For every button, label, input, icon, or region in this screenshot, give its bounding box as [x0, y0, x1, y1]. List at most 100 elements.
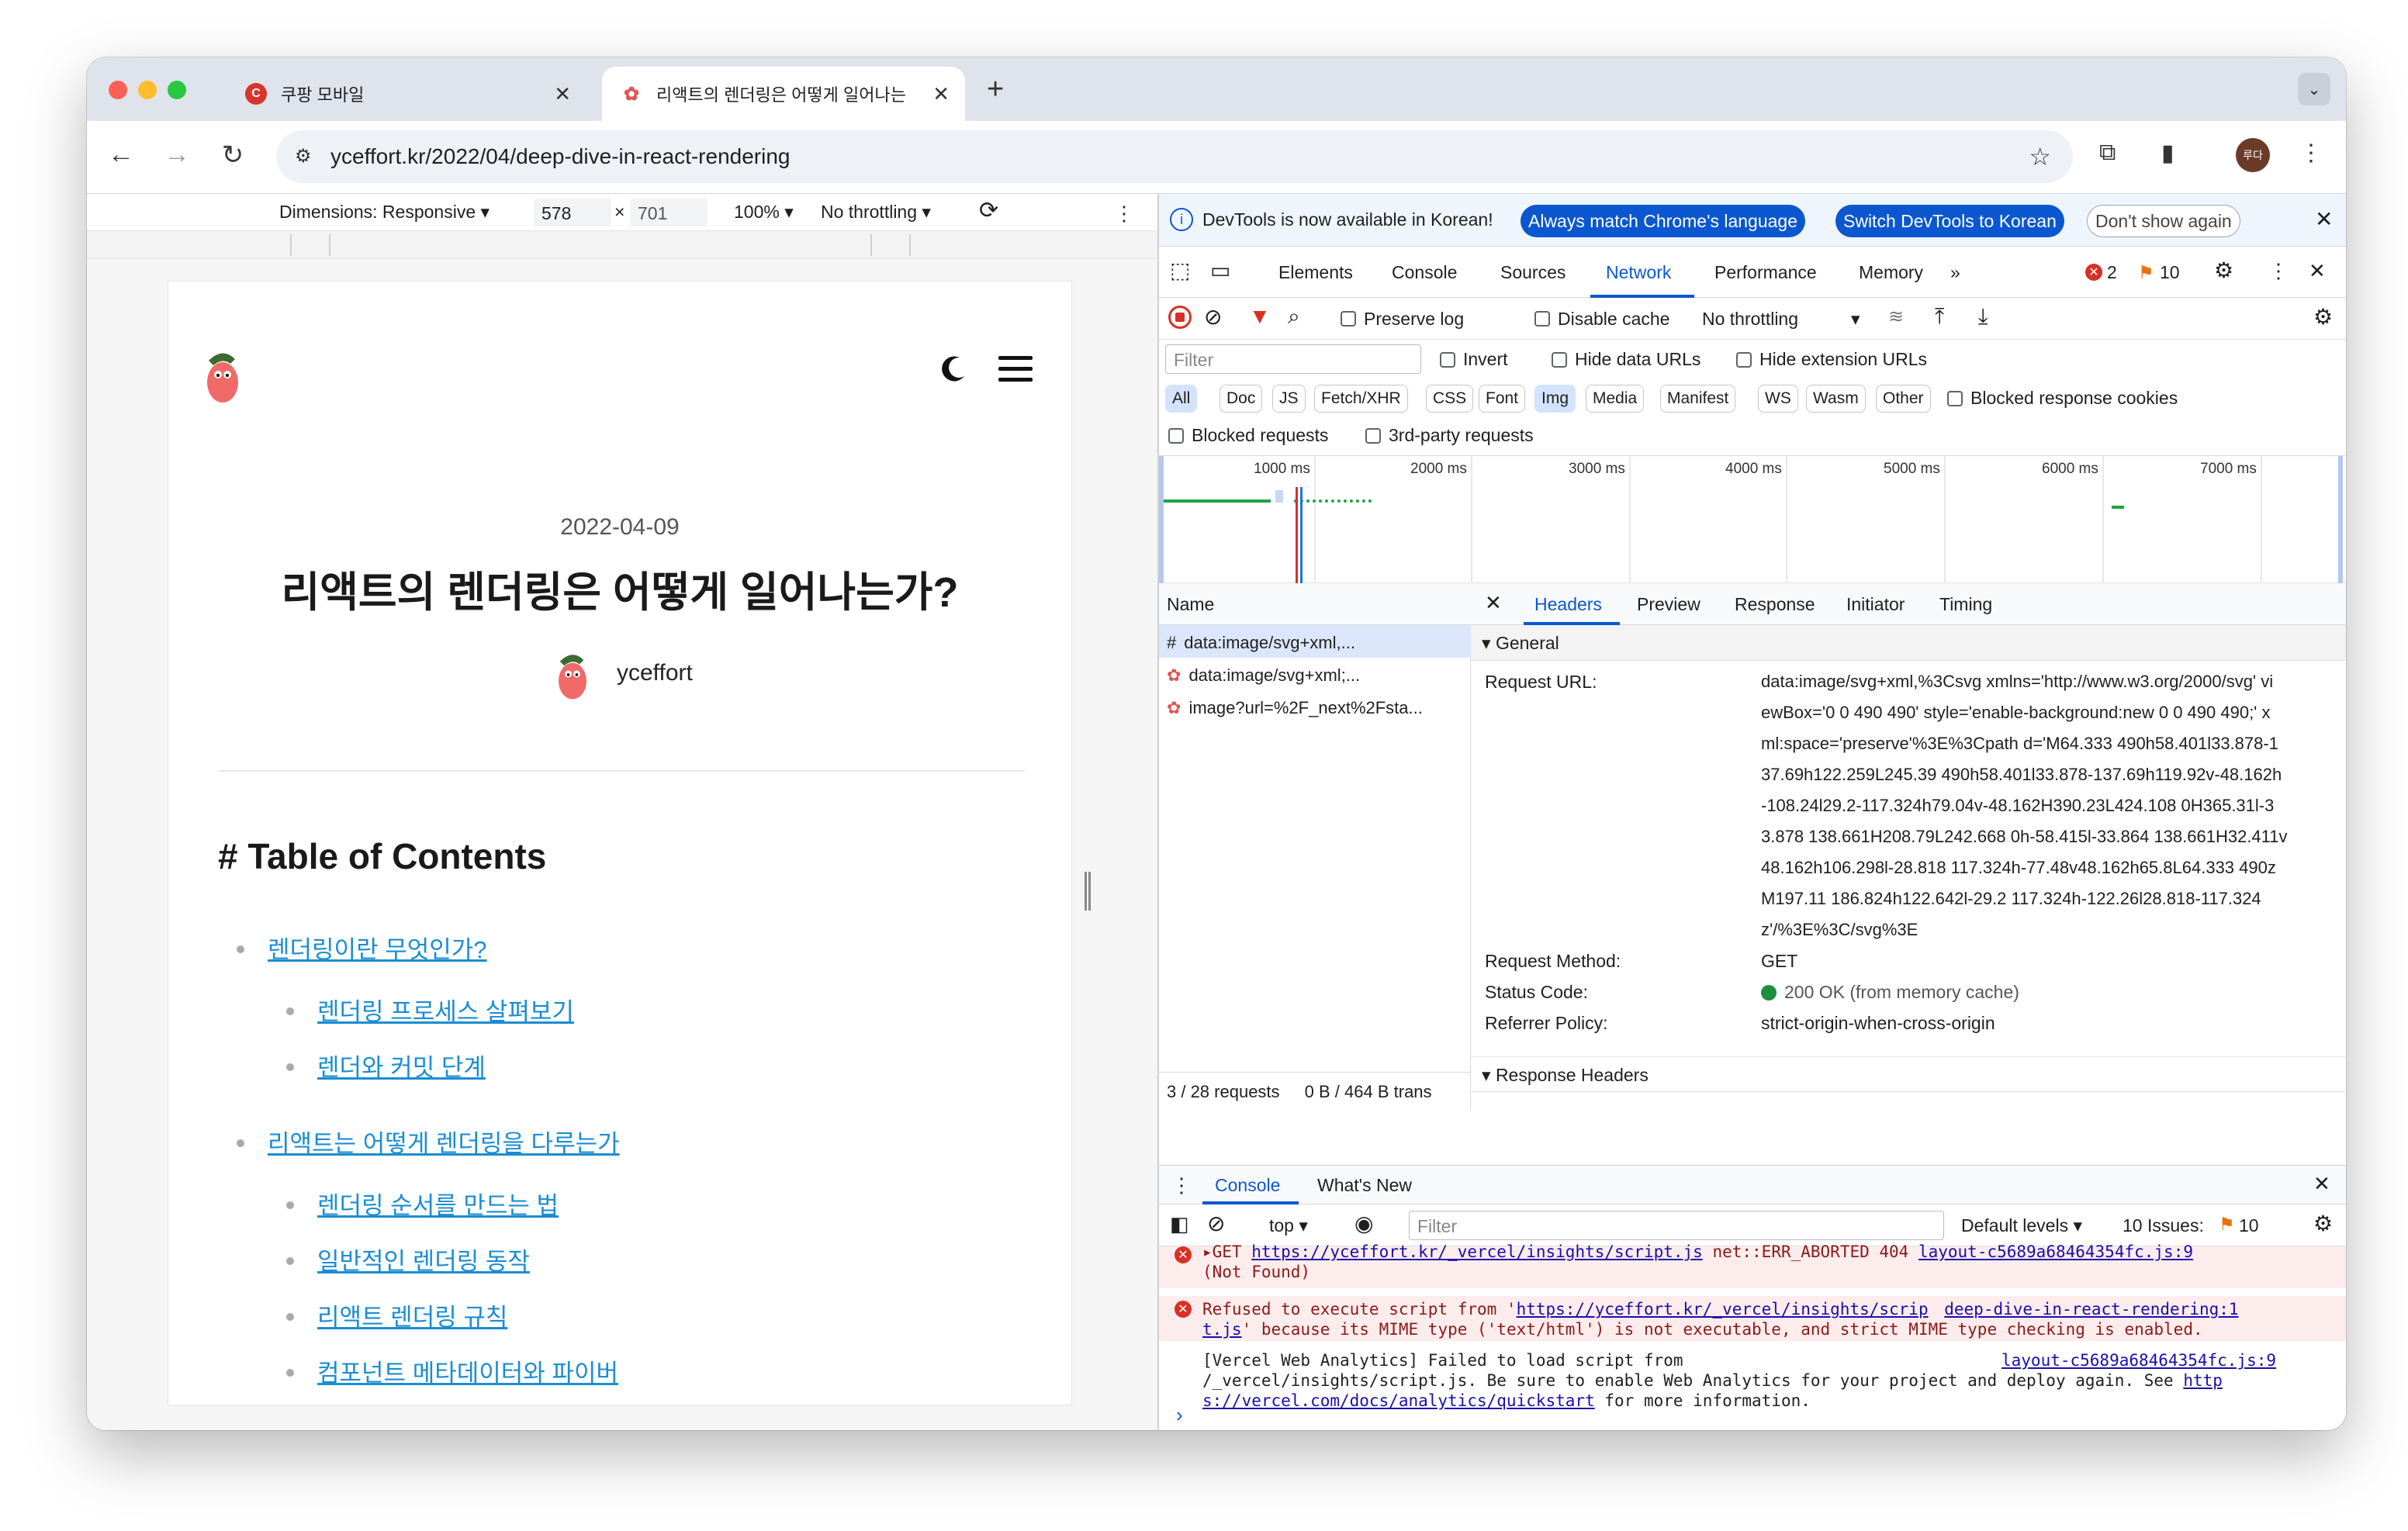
- blocked-requests-checkbox[interactable]: [1168, 428, 1184, 444]
- rotate-icon[interactable]: ⟳: [979, 197, 998, 224]
- toc-link[interactable]: 렌더와 커밋 단계: [317, 1048, 486, 1083]
- tab-timing[interactable]: Timing: [1939, 594, 1992, 615]
- invert-checkbox[interactable]: [1440, 352, 1455, 368]
- filter-chip-doc[interactable]: Doc: [1220, 385, 1263, 413]
- toc-link[interactable]: 일반적인 렌더링 동작: [317, 1242, 530, 1277]
- network-throttle-select[interactable]: No throttling: [1702, 309, 1798, 330]
- clear-icon[interactable]: ⊘: [1204, 304, 1222, 330]
- device-menu-icon[interactable]: ⋮: [1114, 202, 1134, 226]
- search-icon[interactable]: ⌕: [1288, 304, 1300, 330]
- filter-chip-other[interactable]: Other: [1876, 385, 1931, 413]
- toc-link[interactable]: 렌더링 프로세스 살펴보기: [317, 992, 574, 1027]
- import-har-icon[interactable]: ⤒: [1935, 304, 1944, 330]
- toc-link[interactable]: 컴포넌트 메타데이터와 파이버: [317, 1353, 618, 1388]
- close-tab-icon[interactable]: ✕: [932, 82, 950, 106]
- extensions-icon[interactable]: ⧉: [2099, 140, 2116, 166]
- error-count[interactable]: 2: [2107, 262, 2117, 283]
- viewport-right-resize-handle[interactable]: [1085, 872, 1091, 911]
- chevron-down-icon[interactable]: ▾: [1851, 309, 1860, 330]
- address-bar[interactable]: ⚙ yceffort.kr/2022/04/deep-dive-in-react…: [276, 130, 2073, 183]
- site-info-icon[interactable]: ⚙: [295, 145, 318, 168]
- record-stop-icon[interactable]: [1168, 306, 1192, 329]
- dimensions-select[interactable]: Dimensions: Responsive ▾: [279, 202, 490, 223]
- toc-link[interactable]: 리액트 렌더링 규칙: [317, 1298, 507, 1332]
- response-headers-section-header[interactable]: ▾ Response Headers: [1471, 1056, 2346, 1092]
- request-row[interactable]: # data:image/svg+xml,...: [1159, 625, 1471, 658]
- log-levels-select[interactable]: Default levels ▾: [1961, 1215, 2082, 1236]
- console-prompt[interactable]: ›: [1176, 1403, 1183, 1427]
- tab-sources[interactable]: Sources: [1500, 262, 1566, 283]
- console-issues-count[interactable]: 10: [2239, 1215, 2259, 1236]
- network-filter-input[interactable]: Filter: [1165, 344, 1421, 374]
- address-bar-url[interactable]: yceffort.kr/2022/04/deep-dive-in-react-r…: [330, 144, 790, 169]
- disable-cache-checkbox[interactable]: [1534, 311, 1550, 327]
- name-column-header[interactable]: Name: [1159, 583, 1471, 625]
- console-link[interactable]: https://yceffort.kr/_vercel/insights/scr…: [1251, 1242, 1703, 1261]
- filter-chip-manifest[interactable]: Manifest: [1660, 385, 1736, 413]
- console-link[interactable]: s://vercel.com/docs/analytics/quickstart: [1202, 1391, 1595, 1410]
- always-match-language-button[interactable]: Always match Chrome's language: [1521, 205, 1805, 237]
- device-toggle-icon[interactable]: ▭: [1210, 257, 1230, 283]
- console-filter-input[interactable]: Filter: [1409, 1211, 1944, 1240]
- network-conditions-icon[interactable]: ≋: [1888, 306, 1904, 328]
- new-tab-icon[interactable]: +: [987, 73, 1004, 106]
- general-section-header[interactable]: ▾ General: [1471, 625, 2346, 661]
- tab-react-rendering[interactable]: ✿ 리액트의 렌더링은 어떻게 일어나는 ✕: [602, 67, 965, 121]
- blocked-cookies-checkbox[interactable]: [1947, 391, 1963, 406]
- tab-performance[interactable]: Performance: [1714, 262, 1817, 283]
- devtools-menu-icon[interactable]: ⋮: [2268, 259, 2289, 283]
- tab-initiator[interactable]: Initiator: [1846, 594, 1905, 615]
- request-row[interactable]: ✿ data:image/svg+xml;...: [1159, 658, 1471, 690]
- drawer-tab-console[interactable]: Console: [1215, 1175, 1280, 1196]
- profile-avatar[interactable]: 루다: [2236, 138, 2270, 172]
- inspect-element-icon[interactable]: ⬚: [1170, 257, 1190, 283]
- clear-console-icon[interactable]: ⊘: [1207, 1211, 1225, 1236]
- network-overview-timeline[interactable]: 1000 ms 2000 ms 3000 ms 4000 ms 5000 ms …: [1159, 456, 2346, 583]
- hide-data-urls-checkbox[interactable]: [1552, 352, 1567, 368]
- filter-chip-fetch[interactable]: Fetch/XHR: [1314, 385, 1408, 413]
- filter-chip-font[interactable]: Font: [1479, 385, 1526, 413]
- close-infobar-icon[interactable]: ✕: [2315, 206, 2333, 232]
- filter-chip-css[interactable]: CSS: [1426, 385, 1474, 413]
- close-drawer-icon[interactable]: ✕: [2313, 1172, 2330, 1196]
- back-icon[interactable]: ←: [106, 140, 137, 170]
- close-tab-icon[interactable]: ✕: [554, 82, 571, 106]
- request-row[interactable]: ✿ image?url=%2F_next%2Fsta...: [1159, 690, 1471, 723]
- tab-preview[interactable]: Preview: [1637, 594, 1700, 615]
- issue-count[interactable]: 10: [2160, 262, 2180, 283]
- filter-chip-ws[interactable]: WS: [1758, 385, 1798, 413]
- live-expression-eye-icon[interactable]: ◉: [1354, 1211, 1373, 1236]
- height-input[interactable]: 701: [630, 199, 708, 226]
- close-devtools-icon[interactable]: ✕: [2309, 259, 2326, 283]
- device-throttle-select[interactable]: No throttling ▾: [821, 202, 931, 223]
- tab-headers[interactable]: Headers: [1534, 594, 1602, 615]
- filter-chip-all[interactable]: All: [1165, 385, 1198, 413]
- tab-network[interactable]: Network: [1606, 262, 1671, 283]
- dark-mode-moon-icon[interactable]: [938, 353, 969, 384]
- chrome-menu-icon[interactable]: ⋮: [2299, 140, 2323, 167]
- context-select[interactable]: top ▾: [1269, 1215, 1308, 1236]
- toc-link[interactable]: 리액트는 어떻게 렌더링을 다루는가: [268, 1124, 620, 1159]
- close-window-button[interactable]: [109, 81, 127, 99]
- filter-chip-media[interactable]: Media: [1586, 385, 1645, 413]
- console-link[interactable]: https://yceffort.kr/_vercel/insights/scr…: [1517, 1300, 1929, 1318]
- side-panel-icon[interactable]: ▮: [2161, 140, 2174, 167]
- maximize-window-button[interactable]: [168, 81, 186, 99]
- tab-console[interactable]: Console: [1392, 262, 1457, 283]
- switch-to-korean-button[interactable]: Switch DevTools to Korean: [1835, 205, 2064, 237]
- filter-chip-img[interactable]: Img: [1534, 385, 1576, 413]
- issues-label[interactable]: 10 Issues:: [2123, 1215, 2204, 1236]
- hide-extension-urls-checkbox[interactable]: [1736, 352, 1752, 368]
- console-source-link[interactable]: layout-c5689a68464354fc.js:9: [1918, 1242, 2193, 1261]
- filter-funnel-icon[interactable]: ▼: [1249, 304, 1271, 329]
- console-settings-icon[interactable]: ⚙: [2313, 1211, 2333, 1236]
- drawer-tab-whats-new[interactable]: What's New: [1317, 1175, 1412, 1196]
- filter-chip-js[interactable]: JS: [1272, 385, 1306, 413]
- console-link[interactable]: t.js: [1202, 1320, 1242, 1339]
- bookmark-star-icon[interactable]: ☆: [2029, 142, 2051, 171]
- console-source-link[interactable]: layout-c5689a68464354fc.js:9: [2001, 1350, 2276, 1370]
- drawer-menu-icon[interactable]: ⋮: [1171, 1173, 1192, 1197]
- minimize-window-button[interactable]: [138, 81, 157, 99]
- width-input[interactable]: 578: [534, 199, 611, 226]
- hamburger-menu-icon[interactable]: [998, 353, 1033, 384]
